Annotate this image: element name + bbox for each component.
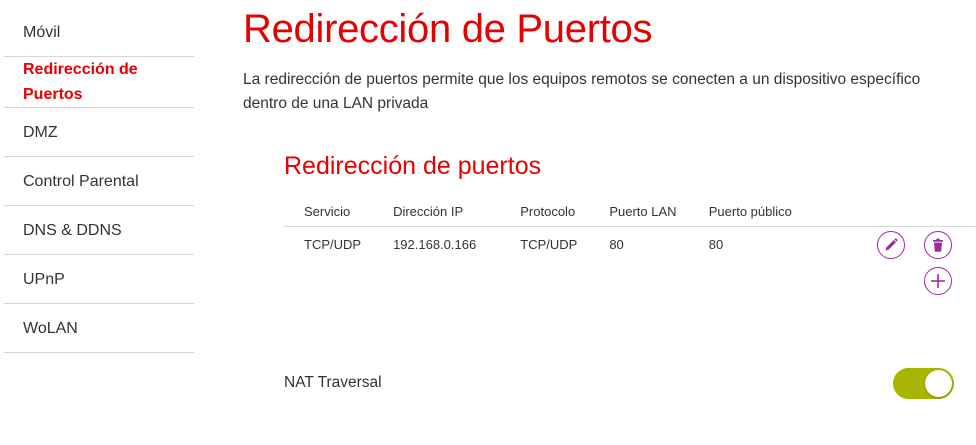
add-rule-button[interactable] [924,267,952,295]
table-header-row: Servicio Dirección IP Protocolo Puerto L… [284,196,976,227]
page-description: La redirección de puertos permite que lo… [243,71,921,112]
toggle-knob [925,370,952,397]
sidebar-item-upnp[interactable]: UPnP [4,255,194,304]
port-forwarding-table: Servicio Dirección IP Protocolo Puerto L… [284,196,976,261]
delete-rule-button[interactable] [924,231,952,259]
sidebar: Móvil Redirección de Puertos DMZ Control… [4,8,194,353]
cell-puerto-lan: 80 [609,236,624,252]
sidebar-item-wolan[interactable]: WoLAN [4,304,194,353]
cell-protocolo: TCP/UDP [520,236,578,252]
page-title: Redirección de Puertos [243,7,653,51]
sidebar-item-label: DNS & DDNS [23,221,122,239]
cell-direccion-ip: 192.168.0.166 [393,236,477,252]
sidebar-item-label: WoLAN [23,319,78,337]
sidebar-item-dns-ddns[interactable]: DNS & DDNS [4,206,194,255]
sidebar-item-redireccion-puertos[interactable]: Redirección de Puertos [4,57,194,108]
sidebar-item-label: DMZ [23,123,58,141]
sidebar-item-label: Móvil [23,23,61,41]
sidebar-item-dmz[interactable]: DMZ [4,108,194,157]
column-header-actions [826,196,976,227]
plus-icon [931,274,945,288]
nat-traversal-label: NAT Traversal [284,374,382,391]
sidebar-item-label: Control Parental [23,172,139,190]
cell-puerto-publico: 80 [708,236,724,252]
column-header-direccion-ip: Dirección IP [373,196,501,227]
column-header-servicio: Servicio [284,196,374,227]
section-title: Redirección de puertos [284,152,542,180]
column-header-puerto-publico: Puerto público [688,196,827,227]
cell-servicio: TCP/UDP [304,236,362,252]
sidebar-item-label: UPnP [23,270,65,288]
nat-traversal-toggle[interactable] [893,368,954,399]
pencil-icon [885,238,898,251]
sidebar-item-control-parental[interactable]: Control Parental [4,157,194,206]
table-row: TCP/UDP 192.168.0.166 TCP/UDP 80 80 [284,227,976,262]
edit-rule-button[interactable] [877,231,905,259]
sidebar-item-movil[interactable]: Móvil [4,8,194,57]
trash-icon [933,238,943,252]
column-header-puerto-lan: Puerto LAN [589,196,689,227]
sidebar-item-label: Redirección de Puertos [23,61,138,103]
column-header-protocolo: Protocolo [500,196,590,227]
